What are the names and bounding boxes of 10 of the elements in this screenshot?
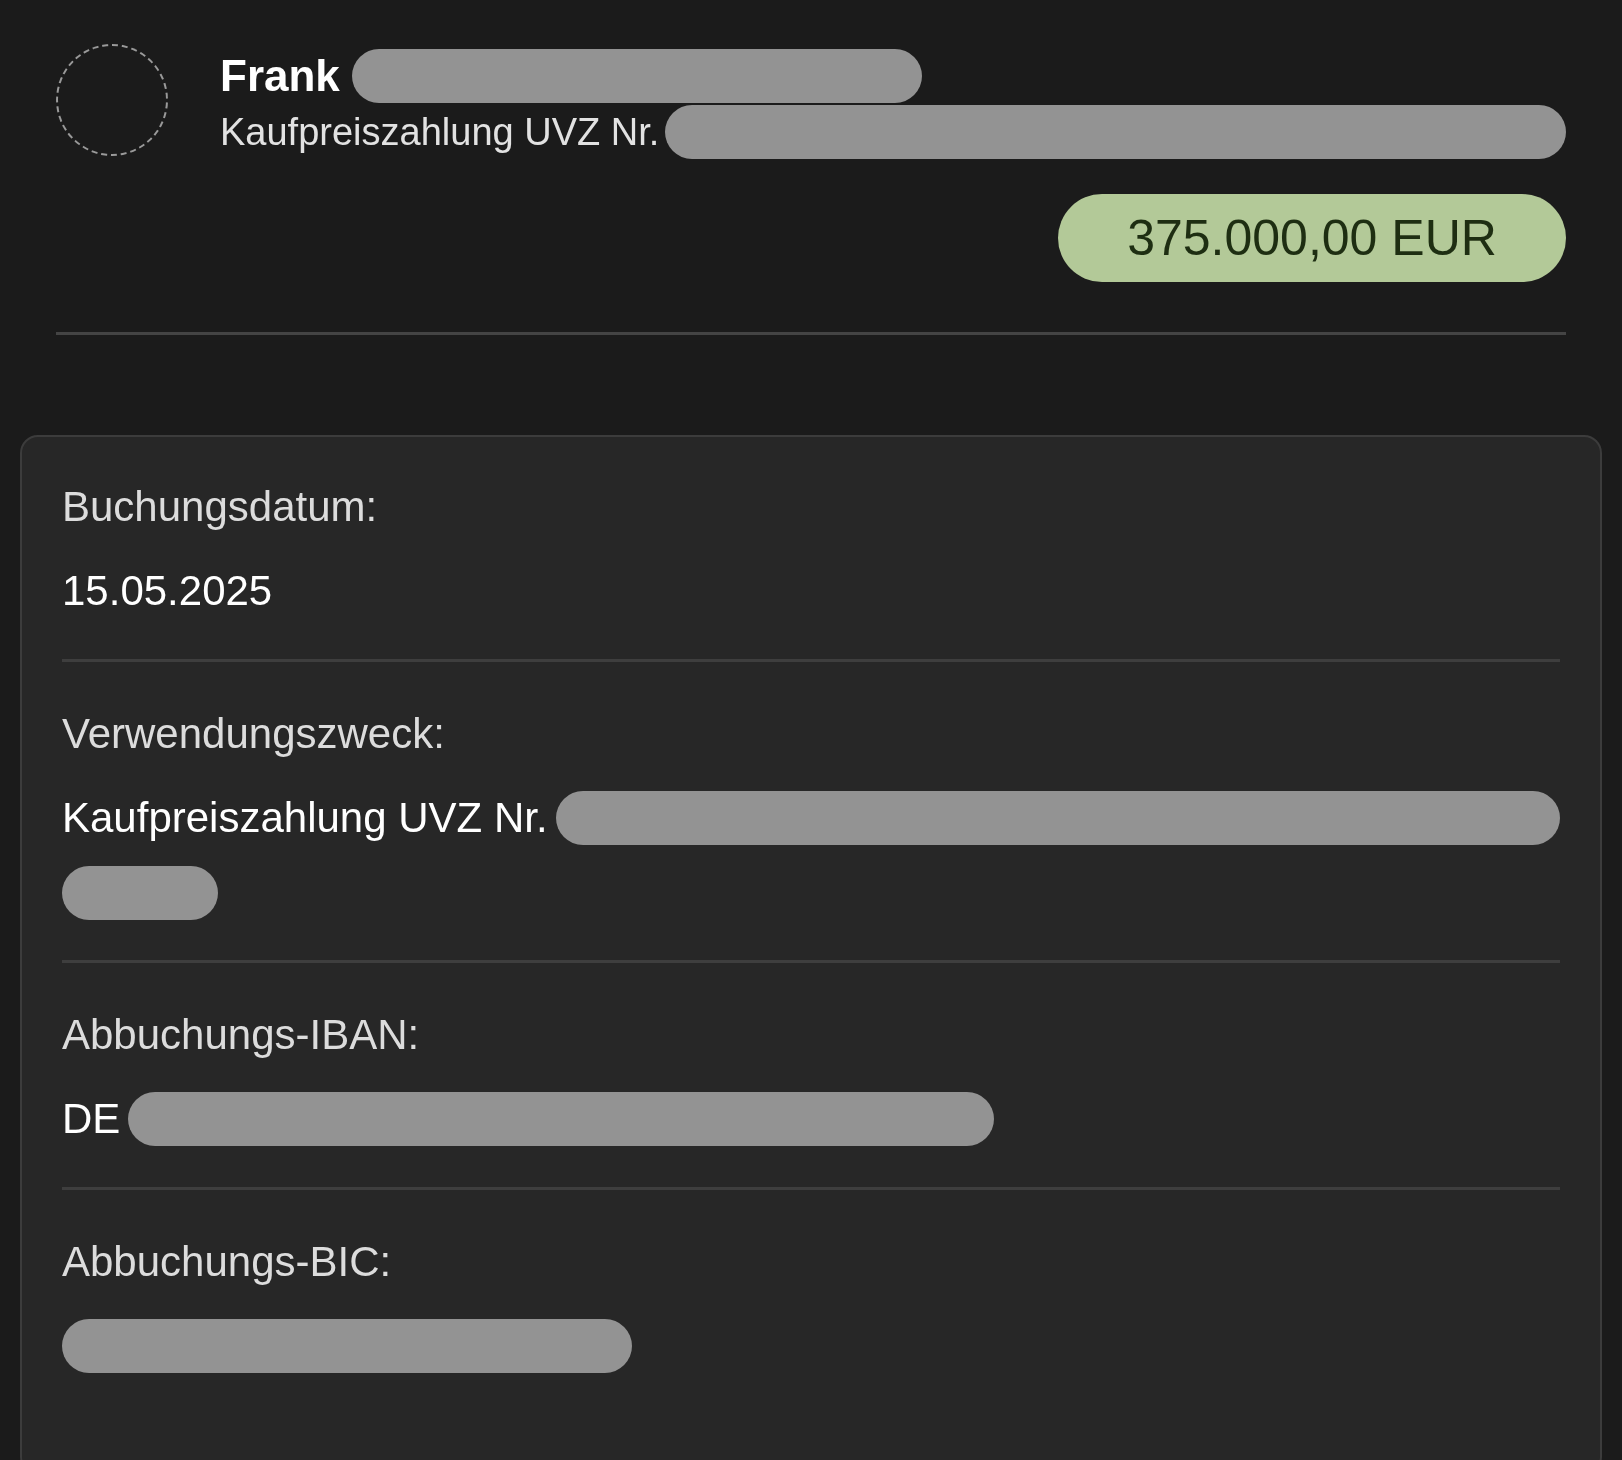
amount-badge: 375.000,00 EUR: [1058, 194, 1566, 282]
field-value: Kaufpreiszahlung UVZ Nr.: [62, 793, 548, 843]
field-label: Abbuchungs-IBAN:: [62, 1010, 421, 1060]
field-value: DE: [62, 1094, 121, 1144]
field-label: Verwendungszweck:: [62, 709, 446, 759]
transfer-description: Kaufpreiszahlung UVZ Nr.: [220, 109, 660, 155]
sender-name: Frank: [220, 50, 340, 102]
field-value: 15.05.2025: [62, 566, 273, 616]
field-label: Buchungsdatum:: [62, 482, 379, 532]
field-label: Abbuchungs-BIC:: [62, 1237, 393, 1287]
